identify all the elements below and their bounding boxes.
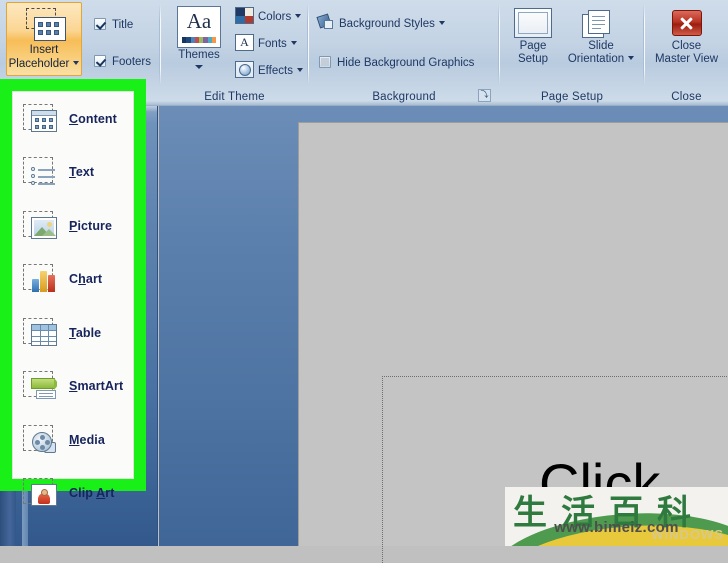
hide-background-graphics-row[interactable]: Hide Background Graphics <box>319 56 474 69</box>
slide-orientation-line1: Slide <box>588 40 614 52</box>
theme-effects-button[interactable]: Effects <box>235 61 303 81</box>
text-placeholder-icon <box>23 157 57 187</box>
slide-edit-area: Click <box>159 106 728 563</box>
close-master-view-button[interactable]: Close Master View <box>645 4 728 66</box>
close-master-view-line1: Close <box>671 40 702 52</box>
group-separator <box>307 4 309 85</box>
footers-checkbox[interactable] <box>94 55 106 67</box>
menu-item-label: Content <box>69 111 117 126</box>
background-styles-button[interactable]: Background Styles <box>316 13 445 34</box>
themes-icon: Aa <box>177 6 221 48</box>
edit-theme-group-label: Edit Theme <box>204 91 265 103</box>
slide-orientation-button[interactable]: Slide Orientation <box>562 6 640 66</box>
slide-orientation-icon <box>582 8 620 38</box>
chevron-down-icon[interactable] <box>73 61 80 65</box>
menu-item-clip-art[interactable]: Clip Art <box>13 467 133 521</box>
page-setup-group: Page Setup Slide Orientation Page Setup <box>500 0 645 105</box>
menu-item-picture[interactable]: Picture <box>13 199 133 253</box>
menu-item-label: Chart <box>69 272 103 287</box>
edit-theme-group: Aa Themes Colors A Fonts Effects Edit Th… <box>161 0 309 105</box>
page-setup-button[interactable]: Page Setup <box>506 6 560 66</box>
chevron-down-icon[interactable] <box>295 14 302 18</box>
chevron-down-icon[interactable] <box>296 68 303 72</box>
insert-placeholder-line1: Insert <box>29 44 59 56</box>
close-master-view-line2: Master View <box>654 53 719 65</box>
menu-item-table[interactable]: Table <box>13 306 133 360</box>
chevron-down-icon[interactable] <box>438 21 445 25</box>
title-checkbox[interactable] <box>94 18 106 30</box>
fonts-icon: A <box>235 34 254 51</box>
slide-canvas[interactable]: Click <box>298 122 728 563</box>
watermark-url: www.bimeiz.com <box>554 519 679 536</box>
menu-item-chart[interactable]: Chart <box>13 253 133 307</box>
theme-fonts-label: Fonts <box>258 38 287 50</box>
group-separator <box>498 4 500 85</box>
footers-checkbox-row[interactable]: Footers <box>94 55 151 68</box>
colors-icon <box>235 7 254 24</box>
table-placeholder-icon <box>23 317 57 348</box>
background-styles-icon <box>316 13 334 30</box>
menu-item-label: Media <box>69 432 105 447</box>
menu-item-text[interactable]: Text <box>13 146 133 200</box>
title-checkbox-label: Title <box>112 19 134 31</box>
theme-colors-label: Colors <box>258 11 292 23</box>
theme-colors-button[interactable]: Colors <box>235 7 302 27</box>
watermark: WINDOWS 生活百科 www.bimeiz.com <box>505 487 728 546</box>
hide-background-graphics-checkbox[interactable] <box>319 56 331 68</box>
picture-placeholder-icon <box>23 210 57 241</box>
chevron-down-icon[interactable] <box>290 41 297 45</box>
background-group-label: Background <box>372 91 436 103</box>
smartart-placeholder-icon <box>23 371 57 401</box>
background-group: Background Styles Hide Background Graphi… <box>309 0 500 105</box>
insert-placeholder-menu[interactable]: Content Text Picture Chart Table SmartAr… <box>12 91 134 507</box>
title-checkbox-row[interactable]: Title <box>94 18 133 31</box>
insert-placeholder-label: Insert Placeholder <box>7 43 81 71</box>
chevron-down-icon[interactable] <box>628 56 635 60</box>
insert-placeholder-menu-highlight: Content Text Picture Chart Table SmartAr… <box>0 79 146 507</box>
insert-placeholder-line2: Placeholder <box>8 58 70 70</box>
menu-item-smartart[interactable]: SmartArt <box>13 360 133 414</box>
menu-item-label: Clip Art <box>69 486 115 501</box>
close-icon <box>671 10 702 36</box>
hide-background-graphics-label: Hide Background Graphics <box>337 57 475 69</box>
themes-label: Themes <box>178 49 220 61</box>
slide-orientation-line2: Orientation <box>567 53 625 65</box>
menu-item-content[interactable]: Content <box>13 92 133 146</box>
page-setup-icon <box>514 8 552 38</box>
powerpoint-window: Insert Placeholder Title Footers Aa Them… <box>0 0 728 563</box>
page-setup-line2: Setup <box>517 53 549 65</box>
theme-effects-label: Effects <box>258 65 293 77</box>
close-group: Close Master View Close <box>645 0 728 105</box>
chart-placeholder-icon <box>23 264 57 294</box>
clipart-placeholder-icon <box>23 478 57 508</box>
page-setup-line1: Page <box>519 40 547 52</box>
insert-placeholder-icon <box>24 8 68 42</box>
close-group-label: Close <box>671 91 702 103</box>
page-setup-group-label: Page Setup <box>540 91 604 103</box>
effects-icon <box>235 61 254 78</box>
group-separator <box>643 4 645 85</box>
menu-item-label: Text <box>69 165 95 180</box>
theme-fonts-button[interactable]: A Fonts <box>235 34 297 54</box>
menu-item-label: SmartArt <box>69 379 124 394</box>
chevron-down-icon[interactable] <box>195 65 203 69</box>
media-placeholder-icon <box>23 424 57 455</box>
insert-placeholder-button[interactable]: Insert Placeholder <box>6 2 82 76</box>
background-styles-label: Background Styles <box>339 18 435 30</box>
group-separator <box>159 4 161 85</box>
content-placeholder-icon <box>23 103 57 134</box>
background-dialog-launcher[interactable]: ⤵ <box>478 89 491 102</box>
menu-item-media[interactable]: Media <box>13 413 133 467</box>
footers-checkbox-label: Footers <box>112 56 151 68</box>
themes-glyph: Aa <box>186 9 212 33</box>
menu-item-label: Picture <box>69 218 113 233</box>
menu-item-label: Table <box>69 325 102 340</box>
themes-button[interactable]: Aa Themes <box>169 4 229 80</box>
